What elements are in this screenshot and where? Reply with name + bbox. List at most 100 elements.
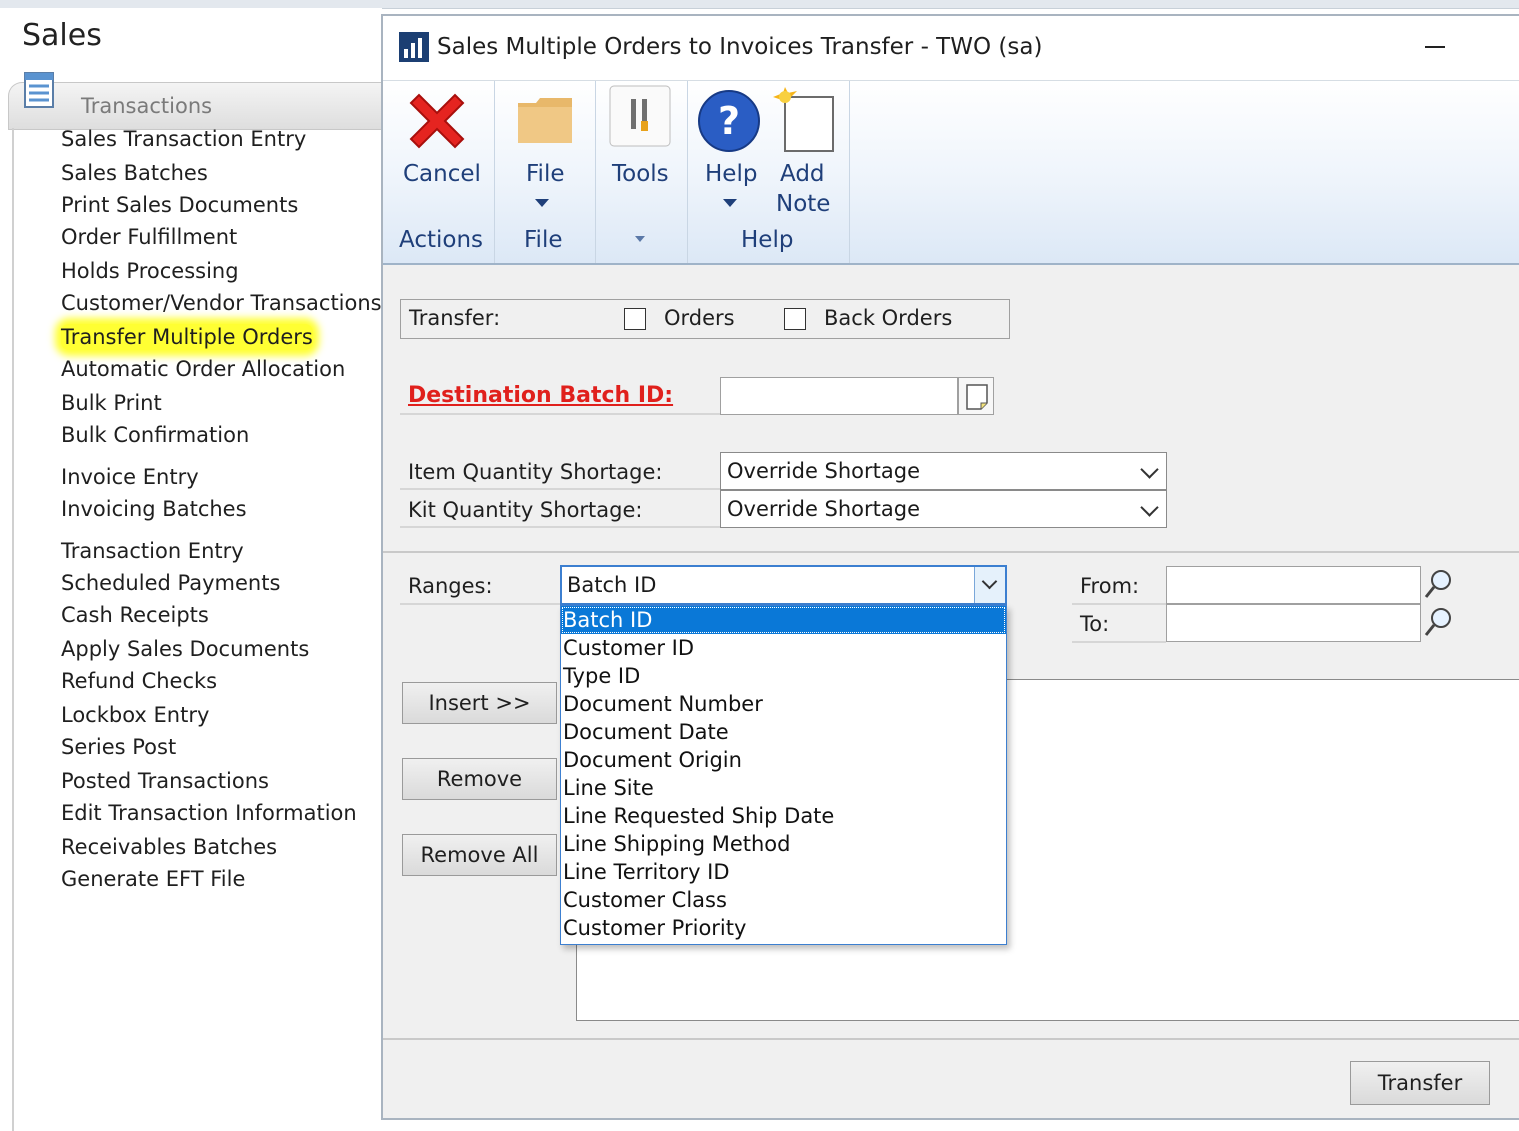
nav-item-automatic-order-allocation[interactable]: Automatic Order Allocation: [61, 356, 345, 382]
from-lookup-icon[interactable]: [1423, 568, 1453, 602]
nav-item-apply-sales-documents[interactable]: Apply Sales Documents: [61, 636, 309, 662]
item-qty-underline: [400, 488, 720, 490]
help-question-icon: ?: [698, 90, 760, 152]
pane-title: Sales: [22, 18, 102, 53]
nav-item-lockbox-entry[interactable]: Lockbox Entry: [61, 702, 209, 728]
app-chart-icon: [399, 32, 429, 62]
remove-all-button[interactable]: Remove All: [402, 834, 557, 876]
ranges-label: Ranges:: [408, 574, 493, 598]
ranges-select[interactable]: Batch ID: [560, 565, 1007, 605]
nav-item-sales-batches[interactable]: Sales Batches: [61, 160, 208, 186]
nav-item-bulk-print[interactable]: Bulk Print: [61, 390, 162, 416]
group-label-help: Help: [741, 227, 794, 253]
pane-divider: [12, 128, 14, 1131]
nav-item-posted-transactions[interactable]: Posted Transactions: [61, 768, 269, 794]
back-orders-label: Back Orders: [824, 306, 953, 330]
ranges-option[interactable]: Customer Class: [561, 886, 1006, 914]
ranges-option[interactable]: Line Shipping Method: [561, 830, 1006, 858]
destination-batch-id-label[interactable]: Destination Batch ID:: [408, 383, 673, 408]
from-underline: [1072, 603, 1166, 605]
ribbon-group-file: File File: [494, 81, 596, 263]
ranges-option[interactable]: Document Number: [561, 690, 1006, 718]
folder-icon: [518, 98, 572, 143]
remove-button[interactable]: Remove: [402, 758, 557, 800]
to-label: To:: [1080, 612, 1110, 636]
to-field[interactable]: [1166, 604, 1421, 642]
from-label: From:: [1080, 574, 1140, 598]
ranges-option[interactable]: Document Date: [561, 718, 1006, 746]
to-lookup-icon[interactable]: [1423, 606, 1453, 640]
ranges-option[interactable]: Line Site: [561, 774, 1006, 802]
nav-item-print-sales-documents[interactable]: Print Sales Documents: [61, 192, 298, 218]
nav-item-order-fulfillment[interactable]: Order Fulfillment: [61, 224, 237, 250]
transfer-options-box: Transfer: Orders Back Orders: [400, 299, 1010, 339]
tools-button[interactable]: Tools: [595, 81, 687, 216]
nav-item-invoice-entry[interactable]: Invoice Entry: [61, 464, 199, 490]
orders-label: Orders: [664, 306, 735, 330]
ranges-dropdown-button[interactable]: [974, 567, 1005, 603]
transactions-section-label: Transactions: [81, 94, 213, 118]
cancel-button[interactable]: Cancel: [383, 81, 494, 211]
orders-checkbox[interactable]: [624, 308, 646, 330]
nav-item-transaction-entry[interactable]: Transaction Entry: [61, 538, 244, 564]
ribbon-group-actions: Cancel Actions: [383, 81, 495, 263]
file-button[interactable]: File: [494, 81, 595, 216]
nav-item-holds-processing[interactable]: Holds Processing: [61, 258, 239, 284]
item-qty-value: Override Shortage: [727, 459, 921, 483]
destination-underline: [400, 413, 720, 415]
cancel-label: Cancel: [403, 161, 481, 187]
transactions-section-header[interactable]: Transactions: [8, 72, 383, 130]
ranges-option[interactable]: Line Territory ID: [561, 858, 1006, 886]
help-button[interactable]: ? Help: [687, 81, 767, 216]
chevron-down-icon: [1140, 460, 1159, 479]
from-field[interactable]: [1166, 566, 1421, 604]
nav-item-sales-transaction-entry[interactable]: Sales Transaction Entry: [61, 126, 306, 152]
insert-button[interactable]: Insert >>: [402, 682, 557, 724]
add-note-label-line2: Note: [776, 191, 831, 217]
nav-item-invoicing-batches[interactable]: Invoicing Batches: [61, 496, 247, 522]
group-label-actions: Actions: [399, 227, 484, 253]
svg-text:?: ?: [718, 99, 740, 143]
nav-item-series-post[interactable]: Series Post: [61, 734, 176, 760]
title-bar[interactable]: Sales Multiple Orders to Invoices Transf…: [383, 16, 1519, 81]
section-separator: [383, 551, 1519, 553]
ranges-option[interactable]: Customer Priority: [561, 914, 1006, 942]
tools-icon: [609, 85, 671, 147]
nav-item-generate-eft-file[interactable]: Generate EFT File: [61, 866, 245, 892]
nav-item-refund-checks[interactable]: Refund Checks: [61, 668, 217, 694]
kit-qty-value: Override Shortage: [727, 497, 921, 521]
kit-quantity-shortage-select[interactable]: Override Shortage: [720, 490, 1167, 528]
group-label-file: File: [524, 227, 563, 253]
transactions-list-icon: [24, 72, 54, 108]
ribbon-group-help: ? Help Add Note Help: [687, 81, 850, 263]
nav-item-customer-vendor-transactions[interactable]: Customer/Vendor Transactions: [61, 290, 382, 316]
ranges-option[interactable]: Type ID: [561, 662, 1006, 690]
nav-item-transfer-multiple-orders[interactable]: Transfer Multiple Orders: [61, 324, 313, 350]
item-quantity-shortage-label: Item Quantity Shortage:: [408, 460, 663, 484]
ribbon-toolbar: Cancel Actions File File Tools ? Help Ad…: [383, 81, 1519, 265]
add-note-button[interactable]: Add Note: [767, 81, 847, 221]
add-note-label-line1: Add: [780, 161, 825, 187]
ranges-option[interactable]: Line Requested Ship Date: [561, 802, 1006, 830]
transfer-button[interactable]: Transfer: [1350, 1061, 1490, 1105]
ranges-option[interactable]: Document Origin: [561, 746, 1006, 774]
to-underline: [1072, 641, 1166, 643]
nav-item-receivables-batches[interactable]: Receivables Batches: [61, 834, 277, 860]
destination-batch-note-button[interactable]: [958, 377, 994, 415]
destination-batch-id-field[interactable]: [720, 377, 958, 415]
transfer-label: Transfer:: [409, 306, 501, 330]
minimize-button[interactable]: [1425, 46, 1445, 48]
item-quantity-shortage-select[interactable]: Override Shortage: [720, 452, 1167, 490]
back-orders-checkbox[interactable]: [784, 308, 806, 330]
ranges-option[interactable]: Batch ID: [561, 606, 1006, 634]
ranges-dropdown-list[interactable]: Batch ID Customer ID Type ID Document Nu…: [560, 605, 1007, 945]
ranges-value: Batch ID: [567, 573, 657, 597]
nav-item-bulk-confirmation[interactable]: Bulk Confirmation: [61, 422, 249, 448]
ranges-option[interactable]: Customer ID: [561, 634, 1006, 662]
tools-group-caret-icon[interactable]: [635, 236, 645, 242]
nav-item-scheduled-payments[interactable]: Scheduled Payments: [61, 570, 280, 596]
help-dropdown-caret-icon: [723, 199, 737, 207]
nav-item-edit-transaction-information[interactable]: Edit Transaction Information: [61, 800, 357, 826]
ribbon-group-tools: Tools: [595, 81, 688, 263]
nav-item-cash-receipts[interactable]: Cash Receipts: [61, 602, 209, 628]
